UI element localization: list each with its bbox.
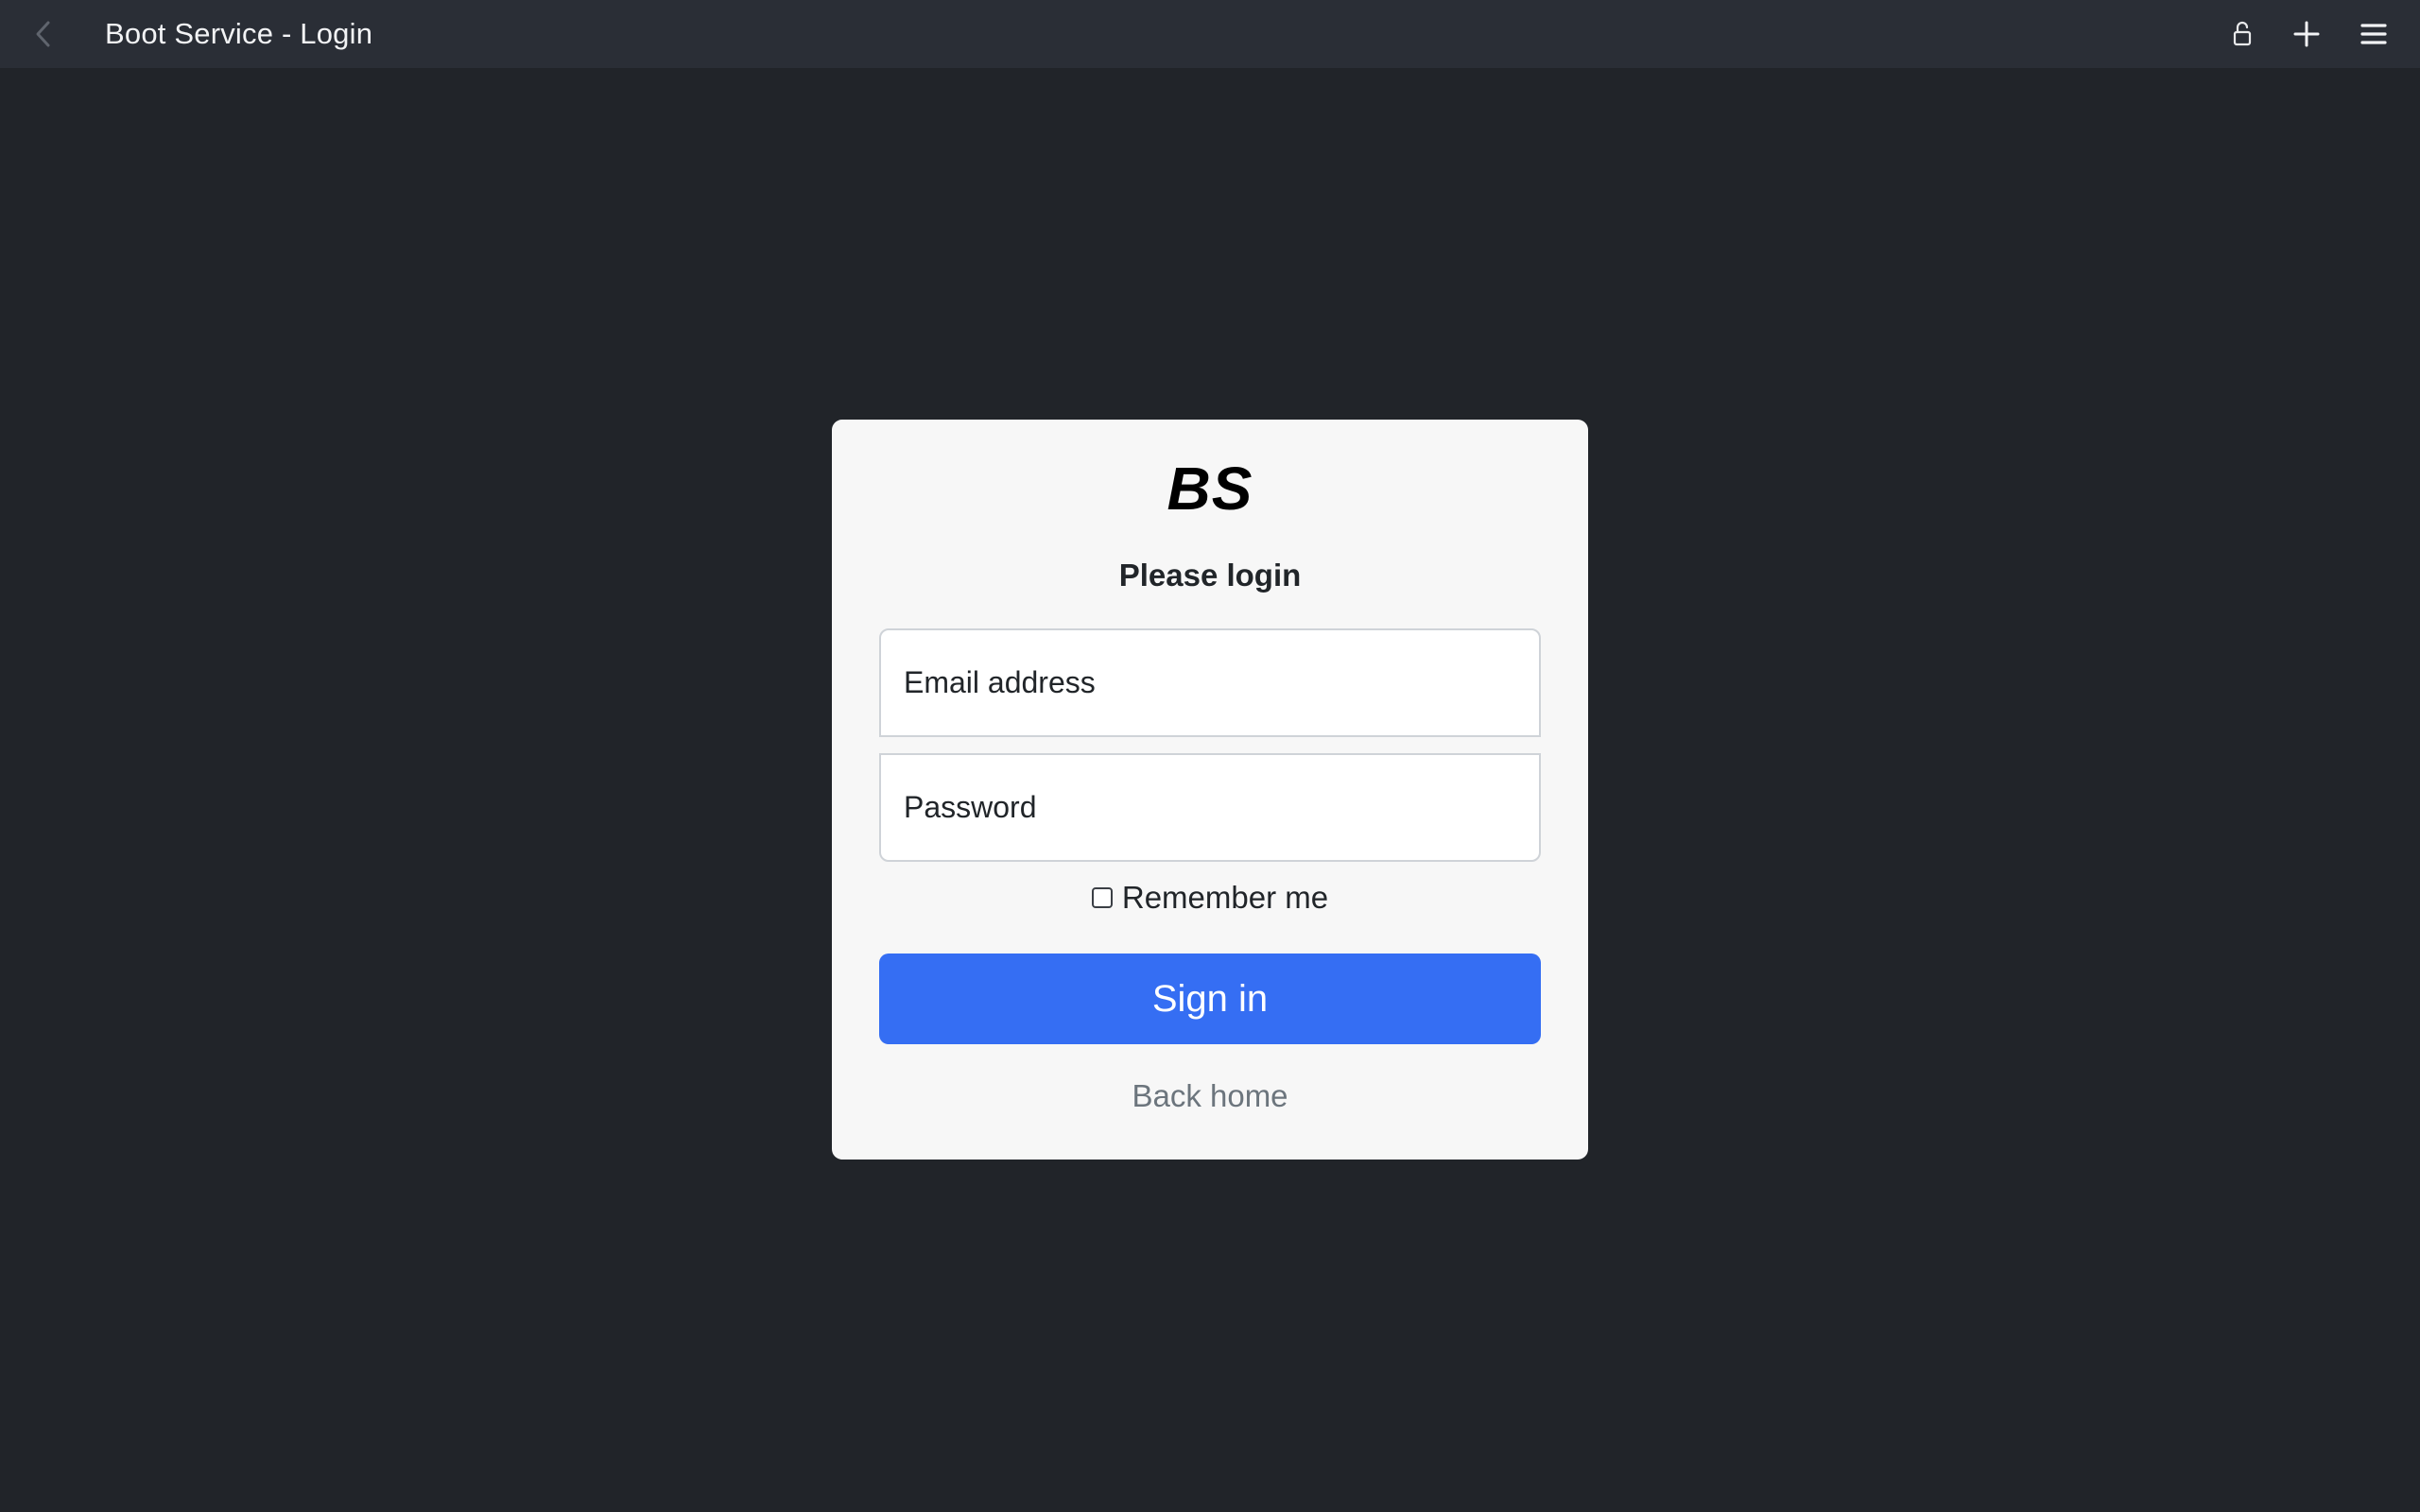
new-tab-button[interactable] bbox=[2288, 15, 2325, 53]
password-field[interactable] bbox=[879, 753, 1541, 862]
back-home-link[interactable]: Back home bbox=[832, 1078, 1588, 1114]
remember-me-row: Remember me bbox=[832, 880, 1588, 916]
login-card: BS Please login Remember me Sign in Back… bbox=[832, 420, 1588, 1160]
title-bar: Boot Service - Login bbox=[0, 0, 2420, 68]
lock-button[interactable] bbox=[2223, 15, 2261, 53]
remember-me-checkbox[interactable] bbox=[1091, 887, 1113, 908]
plus-icon bbox=[2293, 21, 2320, 47]
hamburger-menu-icon bbox=[2360, 24, 2387, 44]
window-title: Boot Service - Login bbox=[105, 17, 373, 50]
lock-icon bbox=[2233, 21, 2252, 46]
chevron-left-icon bbox=[36, 21, 50, 47]
email-field[interactable] bbox=[879, 628, 1541, 737]
remember-me-label[interactable]: Remember me bbox=[1122, 880, 1328, 916]
menu-button[interactable] bbox=[2355, 15, 2393, 53]
brand-logo: BS bbox=[1167, 455, 1253, 523]
sign-in-button[interactable]: Sign in bbox=[879, 954, 1541, 1044]
login-heading: Please login bbox=[1118, 558, 1302, 593]
back-button[interactable] bbox=[26, 17, 60, 51]
